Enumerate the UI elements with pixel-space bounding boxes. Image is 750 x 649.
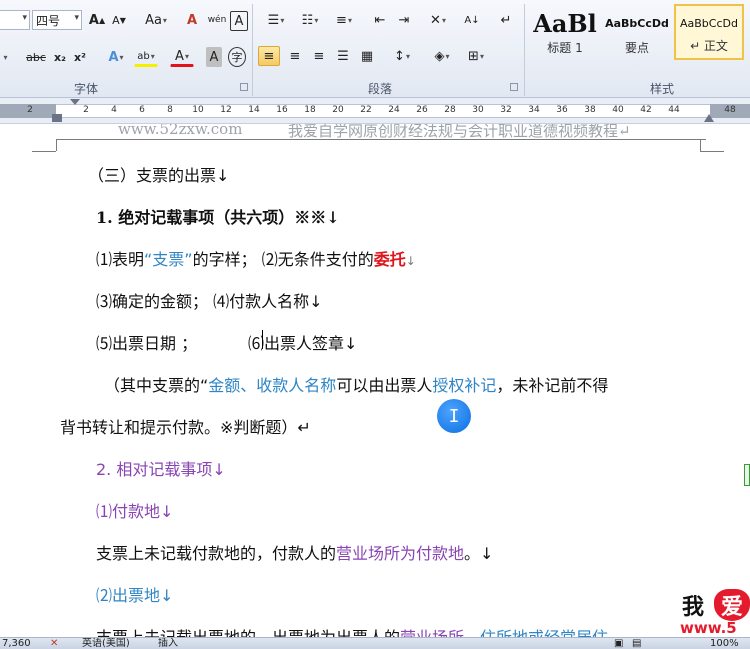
highlight-button[interactable]: ab ▾	[134, 47, 158, 67]
line-spacing-button[interactable]: ↕ ▾	[388, 46, 416, 66]
font-name-combo[interactable]: ▾	[0, 10, 30, 30]
heading-issue-cheque: （三）支票的出票↓	[88, 166, 230, 185]
style-heading-1[interactable]: AaBl 标题 1	[530, 4, 600, 60]
styles-group-label: 样式	[650, 82, 675, 96]
style-normal[interactable]: AaBbCcDd ↵ 正文	[674, 4, 744, 60]
paragraph-group-label: 段落	[368, 82, 393, 96]
heading-absolute-items: 1. 绝对记载事项（共六项）※※↓	[96, 208, 340, 227]
increase-indent-button[interactable]: ⇥	[394, 10, 414, 30]
char-shading-button[interactable]: A	[206, 47, 222, 67]
line-issue-place: 支票上未记载出票地的，出票地为出票人的营业场所、住所地或经常居住	[96, 624, 608, 637]
shrink-font-button[interactable]: A ▼	[110, 10, 128, 30]
distributed-button[interactable]: ▦	[356, 46, 378, 66]
numbering-button[interactable]: ☷ ▾	[296, 10, 324, 30]
line-items-3-4: ⑶确定的金额； ⑷付款人名称↓	[96, 292, 323, 311]
justify-button[interactable]: ☰	[332, 46, 354, 66]
style-sample: AaBl	[533, 9, 597, 38]
superscript-button[interactable]: x²	[72, 47, 88, 67]
style-sample: AaBbCcDd	[605, 17, 669, 30]
align-left-button[interactable]: ≡	[258, 46, 280, 66]
mouse-pointer-icon: I	[437, 399, 471, 433]
zoom-level[interactable]: 100%	[710, 638, 739, 649]
sort-button[interactable]: A↓	[462, 10, 482, 30]
language-indicator[interactable]: 英语(美国)	[82, 638, 130, 649]
view-fullscreen-icon[interactable]: ▤	[632, 638, 641, 649]
chinese-layout-button[interactable]: ✕ ▾	[424, 10, 452, 30]
horizontal-ruler[interactable]: 2 2 4 6 8 10 12 14 16 18 20 22 24 26 28 …	[0, 98, 750, 124]
multilevel-list-button[interactable]: ≡ ▾	[330, 10, 358, 30]
right-indent-marker[interactable]	[704, 114, 714, 122]
font-group-label: 字体	[74, 82, 99, 96]
ribbon: ▾ 四号 ▾ A ▲ A ▼ Aa ▾ A wén A ▾ abc x₂ x² A ▾ a…	[0, 0, 750, 98]
style-key-point[interactable]: AaBbCcDd 要点	[602, 4, 672, 60]
enclose-char-button[interactable]: 字	[228, 47, 246, 67]
heading-relative-items: 2. 相对记载事项↓	[96, 460, 226, 479]
text-effect-button[interactable]: A ▾	[104, 47, 128, 67]
strikethrough-button[interactable]: abc	[24, 47, 48, 67]
paragraph-dialog-launcher[interactable]	[510, 83, 518, 91]
left-indent-marker[interactable]	[52, 114, 62, 122]
change-case-button[interactable]: Aa ▾	[142, 10, 170, 30]
view-print-layout-icon[interactable]: ▣	[614, 638, 623, 649]
heading-payment-place: ⑴付款地↓	[96, 502, 174, 521]
line-note-1: （其中支票的“金额、收款人名称可以由出票人授权补记，未补记前不得	[104, 376, 609, 395]
status-bar: 7,360 ✕ 英语(美国) 插入 ▣ ▤ 100%	[0, 637, 750, 649]
insert-mode[interactable]: 插入	[158, 638, 178, 649]
grow-font-button[interactable]: A ▲	[88, 10, 106, 30]
line-payment-place: 支票上未记载付款地的，付款人的营业场所为付款地。↓	[96, 544, 494, 563]
font-dialog-launcher[interactable]	[240, 83, 248, 91]
font-size-combo[interactable]: 四号 ▾	[32, 10, 82, 30]
line-note-2: 背书转让和提示付款。※判断题）↵	[60, 418, 311, 437]
borders-button[interactable]: ⊞ ▾	[462, 46, 490, 66]
align-center-button[interactable]: ≡	[284, 46, 306, 66]
font-size-value: 四号	[36, 13, 61, 28]
show-marks-button[interactable]: ↵	[498, 10, 514, 30]
align-right-button[interactable]: ≡	[308, 46, 330, 66]
text-cursor	[262, 330, 263, 349]
phonetic-guide-button[interactable]: wén	[206, 10, 228, 30]
bullets-button[interactable]: ☰ ▾	[262, 10, 290, 30]
word-count[interactable]: 7,360	[2, 638, 31, 649]
font-color-button[interactable]: A ▾	[170, 47, 194, 67]
heading-issue-place: ⑵出票地↓	[96, 586, 174, 605]
clear-format-button[interactable]: A	[182, 10, 202, 30]
style-sample: AaBbCcDd	[680, 17, 738, 30]
bold-underline-dropdown[interactable]: ▾	[0, 47, 10, 67]
watermark-logo: 我 爱 www.5	[680, 589, 750, 637]
line-items-5-6: ⑸出票日期 ； ⑹出票人签章↓	[96, 334, 358, 353]
subscript-button[interactable]: x₂	[52, 47, 68, 67]
side-panel-tab[interactable]	[744, 464, 750, 486]
char-border-button[interactable]: A	[230, 11, 248, 31]
first-line-indent-marker[interactable]	[70, 99, 80, 105]
document-area[interactable]: www.52zxw.com 我爱自学网原创财经法规与会计职业道德视频教程↵ （三…	[0, 124, 750, 637]
line-items-1-2: ⑴表明“支票”的字样； ⑵无条件支付的委托↓	[96, 250, 416, 269]
header-rule	[56, 139, 706, 140]
header-site: www.52zxw.com	[118, 124, 243, 138]
shading-button[interactable]: ◈ ▾	[428, 46, 456, 66]
style-name: ↵ 正文	[690, 39, 728, 53]
proofing-icon[interactable]: ✕	[50, 638, 58, 649]
style-name: 标题 1	[547, 41, 583, 55]
style-name: 要点	[624, 41, 649, 55]
decrease-indent-button[interactable]: ⇤	[370, 10, 390, 30]
